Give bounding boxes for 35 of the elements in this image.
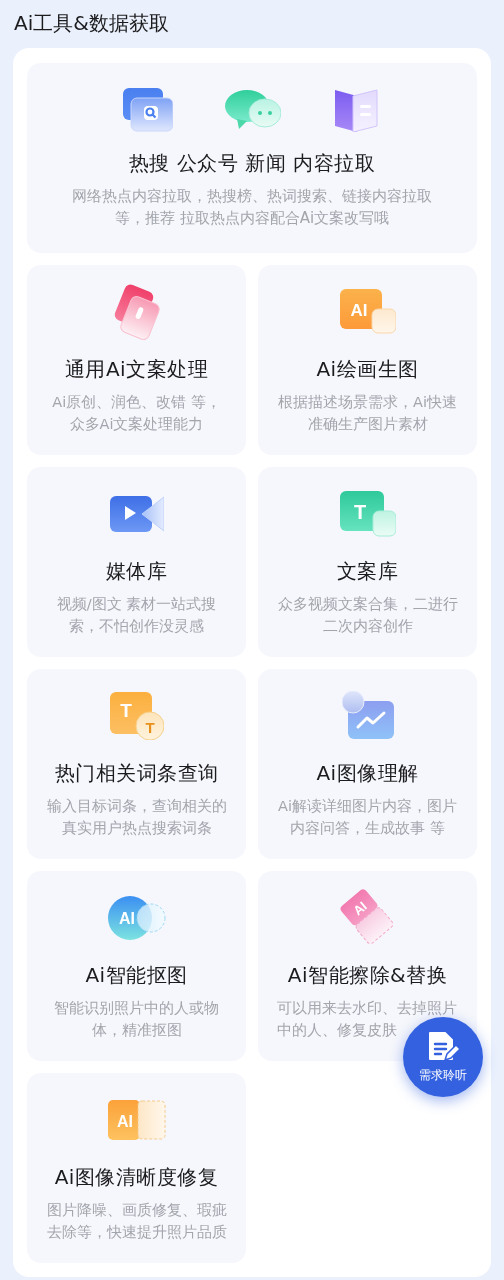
card-description: 智能识别照片中的人或物体，精准抠图 xyxy=(53,999,220,1040)
search-icon xyxy=(123,88,173,132)
card-description: 众多视频文案合集，二进行二次内容创作 xyxy=(276,595,459,636)
book-icon xyxy=(333,88,381,132)
tool-card[interactable]: 媒体库 视频/图文 素材一站式搜索，不怕创作没灵感 xyxy=(27,467,246,657)
tool-card[interactable]: AI Ai绘画生图 根据描述场景需求，Ai快速准确生产图片素材 xyxy=(258,265,477,455)
card-title: 热门相关词条查询 xyxy=(54,760,219,787)
tool-card[interactable]: Ai图像理解 Ai解读详细图片内容，图片内容问答，生成故事 等 xyxy=(258,669,477,859)
card-description: 网络热点内容拉取，热搜榜、热词搜索、链接内容拉取等，推荐 拉取热点内容配合Ai文案改写哦 xyxy=(71,186,433,229)
card-title: 媒体库 xyxy=(105,558,168,585)
card-title: Ai绘画生图 xyxy=(316,356,419,383)
card-description: 根据描述场景需求，Ai快速准确生产图片素材 xyxy=(277,393,458,434)
tool-card[interactable]: T 文案库 众多视频文案合集，二进行二次内容创作 xyxy=(258,467,477,657)
chart-image-icon xyxy=(341,691,394,741)
card-description: 输入目标词条，查询相关的真实用户热点搜索词条 xyxy=(45,797,228,838)
tool-card[interactable]: T T 热门相关词条查询 输入目标词条，查询相关的真实用户热点搜索词条 xyxy=(27,669,246,859)
tool-card[interactable]: AI Ai智能擦除&替换 可以用来去水印、去掉照片中的人、修复皮肤 xyxy=(258,871,477,1061)
tool-card[interactable]: AI Ai图像清晰度修复 图片降噪、画质修复、瑕疵去除等，快速提升照片品质 xyxy=(27,1073,246,1263)
tool-card[interactable]: AI Ai智能抠图 智能识别照片中的人或物体，精准抠图 xyxy=(27,871,246,1061)
card-description: 图片降噪、画质修复、瑕疵去除等，快速提升照片品质 xyxy=(45,1201,228,1242)
video-icon xyxy=(109,495,164,533)
card-title: Ai智能抠图 xyxy=(85,962,188,989)
section-title: Ai工具&数据获取 xyxy=(13,10,170,37)
card-description: Ai原创、润色、改错 等，众多Ai文案处理能力 xyxy=(51,393,222,434)
card-title: 通用Ai文案处理 xyxy=(64,356,209,383)
card-title: Ai智能擦除&替换 xyxy=(287,962,448,989)
card-title: 文案库 xyxy=(336,558,399,585)
card-description: Ai解读详细图片内容，图片内容问答，生成故事 等 xyxy=(277,797,458,838)
tool-card[interactable]: 通用Ai文案处理 Ai原创、润色、改错 等，众多Ai文案处理能力 xyxy=(27,265,246,455)
card-title: 热搜 公众号 新闻 内容拉取 xyxy=(128,150,376,177)
card-title: Ai图像理解 xyxy=(316,760,419,787)
tool-card[interactable]: 热搜 公众号 新闻 内容拉取 网络热点内容拉取，热搜榜、热词搜索、链接内容拉取等，推荐 拉取热点内容配合Ai文案改写哦 xyxy=(27,63,477,253)
chat-icon xyxy=(225,89,281,131)
card-description: 视频/图文 素材一站式搜索，不怕创作没灵感 xyxy=(55,595,218,636)
card-title: Ai图像清晰度修复 xyxy=(54,1164,219,1191)
